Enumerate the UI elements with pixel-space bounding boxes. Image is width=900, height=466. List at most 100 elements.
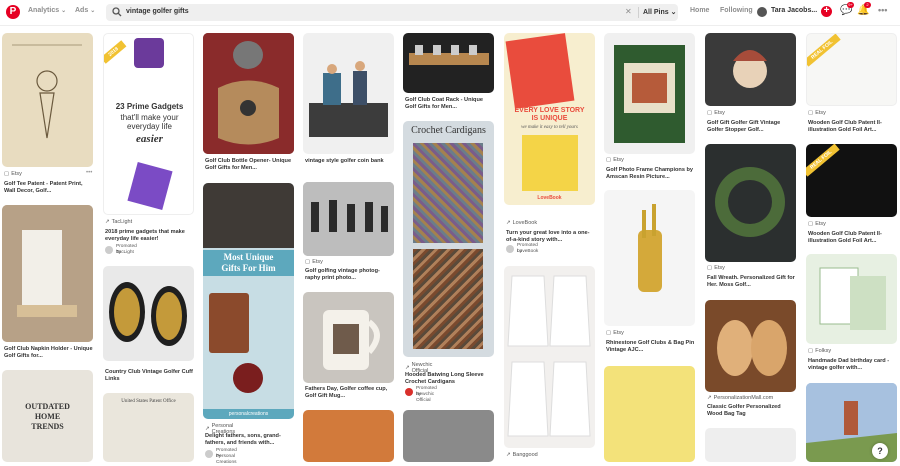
pin-image[interactable]: EVERY LOVE STORY IS UNIQUE we make it ea… <box>504 33 595 205</box>
more-icon[interactable]: ••• <box>86 170 92 176</box>
pin-title[interactable]: Fall Wreath. Personalized Gift for Her. … <box>707 275 797 289</box>
pin-title[interactable]: Hooded Batwing Long Sleeve Crochet Cardi… <box>405 372 495 386</box>
pin-image[interactable] <box>504 266 595 448</box>
gadget-image <box>134 38 164 68</box>
nav-following[interactable]: Following <box>720 7 753 14</box>
pin-image[interactable]: United States Patent Office <box>103 393 194 462</box>
pin-source-label: Etsy <box>312 259 323 265</box>
cardigan-image <box>413 249 483 349</box>
pin-image[interactable]: REAL FOIL <box>806 144 897 217</box>
image-text: Crochet Cardigans <box>411 125 486 136</box>
promoter-avatar[interactable] <box>506 245 514 253</box>
pin-image[interactable]: OUTDATED HOME TRENDS <box>2 370 93 462</box>
pin-image[interactable] <box>705 300 796 392</box>
best-seller-badge: 2018 <box>104 40 127 64</box>
pin-title[interactable]: Fathers Day, Golfer coffee cup, Golf Gif… <box>305 386 395 400</box>
pin-image[interactable] <box>103 266 194 361</box>
pin-title[interactable]: 2018 prime gadgets that make everyday li… <box>105 229 195 243</box>
promoter-name[interactable]: Newchic Official <box>416 392 434 404</box>
promoter-avatar[interactable] <box>205 450 213 458</box>
pin-source[interactable]: ↗ TacLight <box>105 219 132 225</box>
pin-source[interactable]: ▢ Etsy <box>606 330 624 336</box>
image-text: that'll make your <box>120 113 179 122</box>
chevron-down-icon: ⌄ <box>670 9 677 16</box>
image-text: United States Patent Office <box>121 399 176 404</box>
pin-title[interactable]: Turn your great love into a one-of-a-kin… <box>506 230 596 244</box>
promoter-name[interactable]: Personal Creations <box>216 454 237 466</box>
promoter-name[interactable]: LoveBook <box>517 249 538 255</box>
pinterest-logo-icon[interactable]: P <box>6 5 20 19</box>
pin-title[interactable]: vintage style golfer coin bank <box>305 158 395 165</box>
pin-title[interactable]: Golf Club Bottle Opener- Unique Golf Gif… <box>205 158 295 172</box>
pin-title[interactable]: Golf golfing vintage photog- raphy print… <box>305 268 395 282</box>
pin-image[interactable] <box>403 410 494 462</box>
pin-source-label: Etsy <box>714 265 725 271</box>
more-options-icon[interactable]: ••• <box>878 5 887 15</box>
pin-image[interactable] <box>2 33 93 167</box>
pin-title[interactable]: Wooden Golf Club Patent II- illustration… <box>808 120 898 134</box>
pin-source[interactable]: ▢ Folksy <box>808 348 831 354</box>
pin-image[interactable]: REAL FOIL <box>806 33 897 106</box>
pin-image[interactable] <box>403 33 494 93</box>
link-icon: ↗ <box>405 365 410 371</box>
pin-image[interactable] <box>303 33 394 154</box>
nav-home[interactable]: Home <box>690 7 709 14</box>
pin-image[interactable]: Crochet Cardigans <box>403 121 494 357</box>
nav-analytics[interactable]: Analytics ⌄ <box>28 7 66 14</box>
pin-image[interactable] <box>303 410 394 462</box>
pin-title[interactable]: Golf Gift Golfer Gift Vintage Golfer Sto… <box>707 120 797 134</box>
search-scope-dropdown[interactable]: All Pins ⌄ <box>643 8 677 16</box>
search-input[interactable]: vintage golfer gifts <box>126 8 189 15</box>
pin-source[interactable]: ↗ Banggood <box>506 452 538 458</box>
user-avatar[interactable] <box>757 7 767 17</box>
pin-image[interactable] <box>2 205 93 342</box>
pin-image[interactable] <box>203 33 294 154</box>
pin-title[interactable]: Handmade Dad birthday card - vintage gol… <box>808 358 898 372</box>
pin-title[interactable]: Delight fathers, sons, grand- fathers, a… <box>205 433 295 447</box>
pin-source[interactable]: ▢ Etsy <box>808 221 826 227</box>
pin-source[interactable]: ▢ Etsy <box>305 259 323 265</box>
pin-title[interactable]: Golf Club Coat Rack - Unique Golf Gifts … <box>405 97 495 111</box>
pin-image[interactable] <box>705 33 796 106</box>
help-button[interactable]: ? <box>872 443 888 459</box>
pin-image[interactable] <box>303 292 394 383</box>
pin-source[interactable]: ↗ LoveBook <box>506 220 537 226</box>
coaster-image <box>233 363 263 393</box>
user-name[interactable]: Tara Jacobs... <box>771 7 817 14</box>
pin-title[interactable]: Classic Golfer Personalized Wood Bag Tag <box>707 404 797 418</box>
pin-source[interactable]: ▢ Etsy <box>707 265 725 271</box>
pin-image[interactable] <box>604 33 695 154</box>
wallet-image <box>209 293 249 353</box>
pin-source[interactable]: ▢ Etsy <box>808 110 826 116</box>
pin-image[interactable]: 2018 23 Prime Gadgets that'll make your … <box>103 33 194 215</box>
pin-image[interactable] <box>806 254 897 344</box>
pin-source[interactable]: ↗ PersonalizationMall.com <box>707 395 773 401</box>
pin-image[interactable]: Most Unique Gifts For Him personalcreati… <box>203 183 294 419</box>
folksy-icon: ▢ <box>808 348 814 354</box>
create-pin-button[interactable]: + <box>821 6 832 17</box>
pin-image[interactable] <box>303 182 394 256</box>
pin-source[interactable]: ▢ Etsy <box>707 110 725 116</box>
pin-image[interactable] <box>604 366 695 462</box>
etsy-icon: ▢ <box>808 221 814 227</box>
pin-source[interactable]: ▢ Etsy <box>606 157 624 163</box>
pin-image[interactable] <box>705 428 796 462</box>
promoter-name[interactable]: TacLight <box>116 250 134 256</box>
nav-ads[interactable]: Ads ⌄ <box>75 7 95 14</box>
pin-source[interactable]: ▢ Etsy ••• <box>4 170 92 177</box>
pin-image[interactable] <box>705 144 796 262</box>
pin-title[interactable]: Wooden Golf Club Patent II- illustration… <box>808 231 898 245</box>
etsy-icon: ▢ <box>606 330 612 336</box>
pin-image[interactable] <box>604 190 695 326</box>
promoter-avatar[interactable] <box>105 246 113 254</box>
image-text: Most Unique <box>223 252 274 262</box>
pin-title[interactable]: Country Club Vintage Golfer Cuff Links <box>105 369 195 383</box>
pin-title[interactable]: Rhinestone Golf Clubs & Bag Pin Vintage … <box>606 340 696 354</box>
search-bar[interactable]: vintage golfer gifts ✕ All Pins ⌄ <box>106 4 678 21</box>
pin-title[interactable]: Golf Tee Patent - Patent Print, Wall Dec… <box>4 181 94 195</box>
promoter-avatar[interactable] <box>405 388 413 396</box>
clear-search-icon[interactable]: ✕ <box>625 7 632 16</box>
link-icon: ↗ <box>506 452 511 458</box>
pin-title[interactable]: Golf Photo Frame Champions by Amscan Res… <box>606 167 696 181</box>
pin-title[interactable]: Golf Club Napkin Holder - Unique Golf Gi… <box>4 346 94 360</box>
